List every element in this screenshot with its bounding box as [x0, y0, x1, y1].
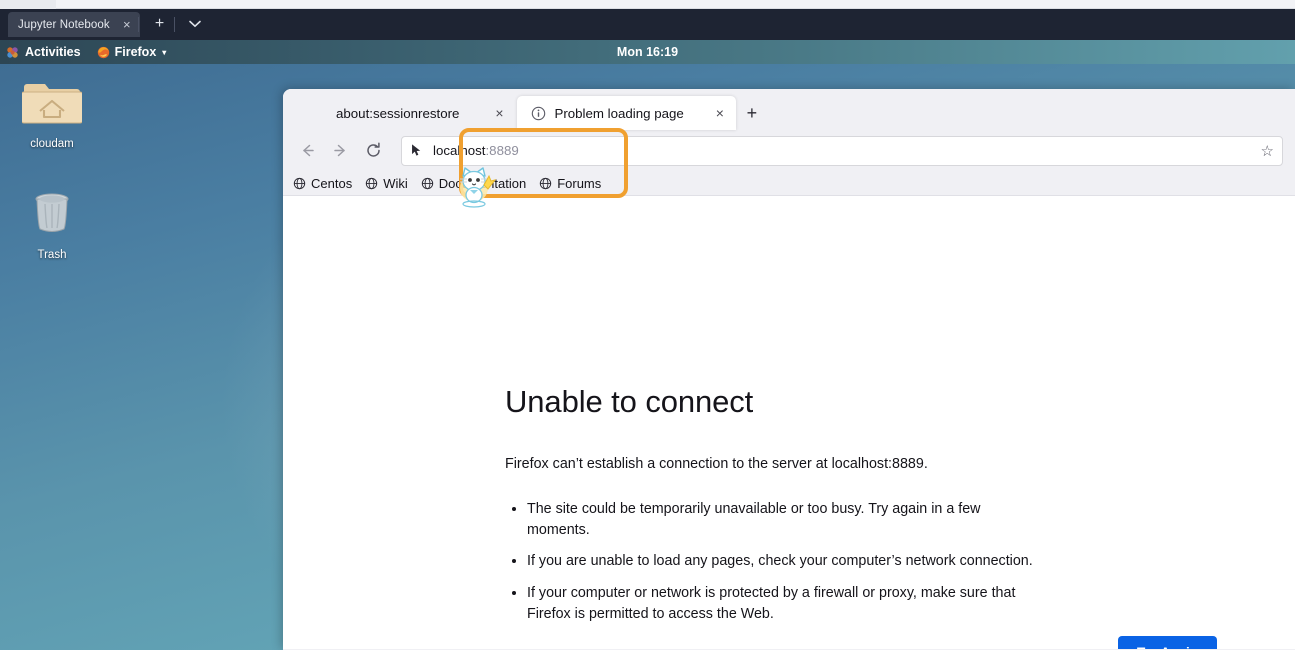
- url-bar[interactable]: localhost:8889 ☆: [401, 135, 1283, 166]
- bookmark-centos[interactable]: Centos: [293, 176, 352, 191]
- bookmark-wiki[interactable]: Wiki: [365, 176, 408, 191]
- url-port: :8889: [485, 143, 519, 158]
- chevron-down-icon[interactable]: [186, 17, 204, 33]
- list-item: The site could be temporarily unavailabl…: [527, 499, 1043, 540]
- bookmark-forums[interactable]: Forums: [539, 176, 601, 191]
- back-arrow-icon: [303, 144, 314, 157]
- try-again-button[interactable]: Try Again: [1117, 635, 1217, 649]
- bookmark-documentation[interactable]: Documentation: [421, 176, 526, 191]
- browser-navigation-bar: localhost:8889 ☆: [283, 130, 1295, 171]
- outer-tab-jupyter-notebook[interactable]: Jupyter Notebook ×: [8, 12, 140, 37]
- titlebar-separator-left: [138, 17, 139, 32]
- browser-tab-title: Problem loading page: [554, 105, 684, 121]
- new-tab-button[interactable]: +: [738, 98, 766, 128]
- globe-icon: [421, 177, 433, 189]
- bookmark-star-icon[interactable]: ☆: [1261, 142, 1274, 160]
- reload-button[interactable]: [359, 136, 388, 165]
- browser-tab-title: about:sessionrestore: [336, 105, 460, 121]
- globe-icon: [366, 177, 378, 189]
- folder-icon: [20, 84, 84, 124]
- page-content: Unable to connect Firefox can’t establis…: [283, 196, 1295, 649]
- trash-icon: [35, 193, 69, 232]
- close-icon[interactable]: ×: [712, 105, 728, 121]
- bookmark-label: Forums: [557, 175, 602, 191]
- globe-icon: [293, 177, 306, 189]
- close-icon[interactable]: ×: [120, 18, 134, 31]
- forward-button[interactable]: [326, 136, 355, 165]
- gnome-logo-icon: [7, 46, 18, 58]
- url-text: localhost:8889: [433, 143, 519, 158]
- close-icon[interactable]: ×: [491, 105, 507, 121]
- forward-arrow-icon: [334, 144, 345, 157]
- clock[interactable]: Mon 16:19: [0, 45, 1295, 59]
- screen: Jupyter Notebook × + Activities Firefox …: [0, 0, 1295, 650]
- top-edge-strip: [0, 0, 1295, 9]
- error-suggestions-list: The site could be temporarily unavailabl…: [505, 499, 1043, 625]
- firefox-icon: [97, 46, 109, 58]
- list-item: If you are unable to load any pages, che…: [527, 551, 1043, 572]
- back-button[interactable]: [293, 136, 322, 165]
- bookmark-label: Wiki: [383, 175, 408, 191]
- new-tab-icon[interactable]: +: [150, 15, 169, 34]
- firefox-window: about:sessionrestore × Problem loading p…: [283, 89, 1295, 650]
- top-edge-strip-segment: [0, 0, 56, 9]
- info-circle-icon: [532, 106, 546, 120]
- browser-tab-sessionrestore[interactable]: about:sessionrestore ×: [292, 96, 515, 130]
- app-menu-label: Firefox: [114, 45, 157, 59]
- gnome-top-bar: Activities Firefox ▾ Mon 16:19: [0, 40, 1295, 64]
- desktop-icon-cloudam[interactable]: cloudam: [4, 78, 100, 150]
- globe-icon: [540, 177, 552, 189]
- desktop-icon-label: cloudam: [30, 138, 74, 150]
- page-title: Unable to connect: [505, 384, 754, 419]
- chevron-down-glyph: [189, 20, 201, 28]
- error-lead-text: Firefox can’t establish a connection to …: [505, 456, 928, 472]
- browser-tab-problem-loading-page[interactable]: Problem loading page ×: [517, 96, 736, 130]
- outer-window-titlebar: Jupyter Notebook × +: [0, 9, 1295, 40]
- browser-tab-strip: about:sessionrestore × Problem loading p…: [283, 89, 1295, 130]
- app-menu-firefox[interactable]: Firefox ▾: [81, 45, 167, 59]
- url-host: localhost: [433, 143, 486, 158]
- activities-button[interactable]: Activities: [0, 45, 81, 59]
- desktop-icon-label: Trash: [37, 249, 67, 261]
- list-item: If your computer or network is protected…: [527, 583, 1043, 624]
- reload-icon: [367, 142, 380, 157]
- outer-tab-label: Jupyter Notebook: [18, 18, 110, 31]
- desktop-icon-trash[interactable]: Trash: [4, 189, 100, 261]
- bookmark-label: Documentation: [438, 175, 527, 191]
- caret-down-icon: ▾: [162, 47, 167, 57]
- titlebar-separator-right: [174, 17, 175, 32]
- error-actions: Try Again: [505, 635, 1217, 649]
- bookmarks-bar: Centos Wiki Documentation Forums: [283, 171, 1295, 196]
- activities-label: Activities: [25, 45, 81, 59]
- bookmark-label: Centos: [311, 175, 353, 191]
- error-page: Unable to connect Firefox can’t establis…: [283, 196, 1217, 649]
- page-info-icon[interactable]: [410, 143, 425, 158]
